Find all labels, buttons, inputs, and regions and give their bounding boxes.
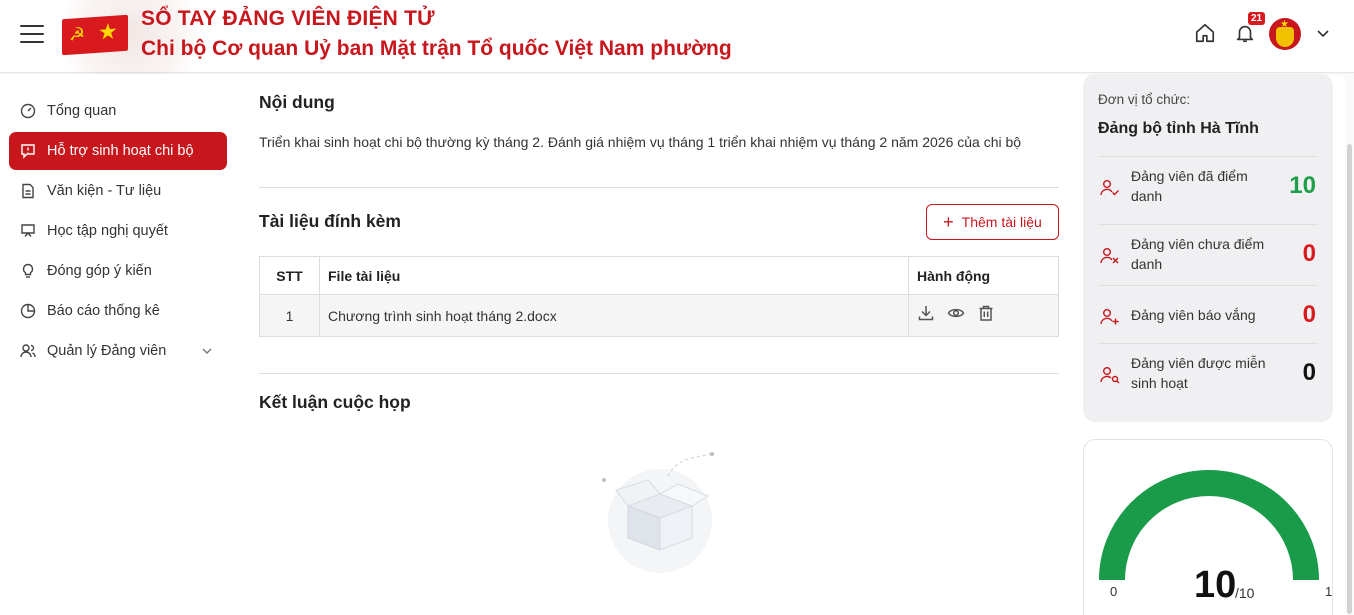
add-document-label: Thêm tài liệu [961,214,1042,230]
org-label: Đơn vị tổ chức: [1098,92,1191,107]
gauge-total: /10 [1235,585,1255,601]
trash-icon[interactable] [977,304,995,322]
gauge-max-label: 10 [1325,584,1333,599]
stat-row-not-checked-in: Đảng viên chưa điểm danh 0 [1098,224,1318,282]
row-file-name[interactable]: Chương trình sinh hoạt tháng 2.docx [319,294,909,337]
content-text: Triển khai sinh hoạt chi bộ thường kỳ th… [259,134,1022,150]
unit-title: Chi bộ Cơ quan Uỷ ban Mặt trận Tổ quốc V… [141,37,732,60]
users-icon [20,344,36,358]
table-header-row: STT File tài liệu Hành động [259,256,1059,295]
home-icon[interactable] [1194,22,1216,44]
sidebar-item-members[interactable]: Quản lý Đảng viên [9,332,227,370]
app-header: ☭ ★ SỔ TAY ĐẢNG VIÊN ĐIỆN TỬ Chi bộ Cơ qu… [0,0,1354,100]
lightbulb-icon [22,263,34,278]
attachments-title: Tài liệu đính kèm [259,211,401,231]
sidebar-item-resolutions[interactable]: Học tập nghị quyết [9,212,227,250]
stat-value: 0 [1302,301,1316,328]
sidebar-item-label: Quản lý Đảng viên [47,343,167,359]
conclusion-title: Kết luận cuộc họp [259,392,411,412]
dashboard-icon [20,103,36,119]
notification-badge: 21 [1248,12,1266,25]
plus-icon: + [943,212,954,232]
table-row: 1 Chương trình sinh hoạt tháng 2.docx [259,294,1059,337]
sidebar-item-documents[interactable]: Văn kiện - Tư liệu [9,172,227,210]
bell-icon[interactable] [1234,22,1256,44]
sidebar-item-overview[interactable]: Tổng quan [9,92,227,130]
main-content: Nội dung Triển khai sinh hoạt chi bộ thư… [243,74,1075,615]
column-header-stt: STT [259,256,320,295]
sidebar-item-label: Học tập nghị quyết [47,223,168,239]
row-stt: 1 [259,294,320,337]
row-actions [908,294,1059,337]
menu-icon[interactable] [20,25,44,43]
column-header-file: File tài liệu [319,256,909,295]
stat-label: Đảng viên được miễn sinh hoạt [1131,355,1266,391]
sidebar: Tổng quan Hỗ trợ sinh hoạt chi bộ Văn ki… [0,74,243,615]
content-title: Nội dung [259,92,335,112]
stat-row-exempt: Đảng viên được miễn sinh hoạt 0 [1098,343,1318,401]
download-icon[interactable] [917,304,935,322]
stat-label: Đảng viên chưa điểm danh [1131,236,1265,272]
gauge-value: 10 [1194,564,1237,606]
user-search-icon [1100,367,1120,384]
stat-row-absent: Đảng viên báo vắng 0 [1098,285,1318,343]
sidebar-item-label: Báo cáo thống kê [47,303,160,319]
sidebar-item-label: Đóng góp ý kiến [47,263,152,279]
app-title: SỔ TAY ĐẢNG VIÊN ĐIỆN TỬ [141,7,435,30]
chevron-down-icon[interactable] [1316,26,1330,40]
stat-value: 10 [1289,172,1316,199]
eye-icon[interactable] [947,304,965,322]
add-document-button[interactable]: + Thêm tài liệu [926,204,1059,240]
stat-label: Đảng viên báo vắng [1131,307,1256,323]
sidebar-item-label: Tổng quan [47,103,117,119]
stat-value: 0 [1302,359,1316,386]
sidebar-item-feedback[interactable]: Đóng góp ý kiến [9,252,227,290]
stat-row-checked-in: Đảng viên đã điểm danh 10 [1098,156,1318,214]
empty-box-icon [602,452,714,573]
stat-label: Đảng viên đã điểm danh [1131,168,1248,204]
chat-alert-icon [21,144,35,159]
org-name: Đảng bộ tỉnh Hà Tĩnh [1098,120,1259,137]
sidebar-item-meeting-support[interactable]: Hỗ trợ sinh hoạt chi bộ [9,132,227,170]
user-check-icon [1100,180,1119,196]
scrollbar-thumb[interactable] [1347,144,1352,614]
page-scrollbar[interactable] [1345,74,1354,615]
attendance-stats-card: Đơn vị tổ chức: Đảng bộ tỉnh Hà Tĩnh Đản… [1083,74,1333,422]
sidebar-item-reports[interactable]: Báo cáo thống kê [9,292,227,330]
attachments-table: STT File tài liệu Hành động 1 Chương trì… [259,256,1059,337]
document-icon [22,183,34,199]
party-flag-logo: ☭ ★ [62,14,128,56]
chevron-down-icon[interactable] [201,345,213,357]
user-x-icon [1100,248,1119,264]
sidebar-item-label: Văn kiện - Tư liệu [47,183,162,199]
user-plus-icon [1100,309,1119,325]
divider [259,187,1059,188]
column-header-actions: Hành động [908,256,1059,295]
divider [259,373,1059,374]
attendance-gauge-card: 0 10 10 /10 [1083,439,1333,615]
presentation-icon [21,224,35,237]
stat-value: 0 [1302,240,1316,267]
sidebar-item-label: Hỗ trợ sinh hoạt chi bộ [47,143,194,159]
gauge-min-label: 0 [1110,584,1118,599]
avatar[interactable]: ★ [1269,18,1301,50]
pie-chart-icon [20,303,36,319]
